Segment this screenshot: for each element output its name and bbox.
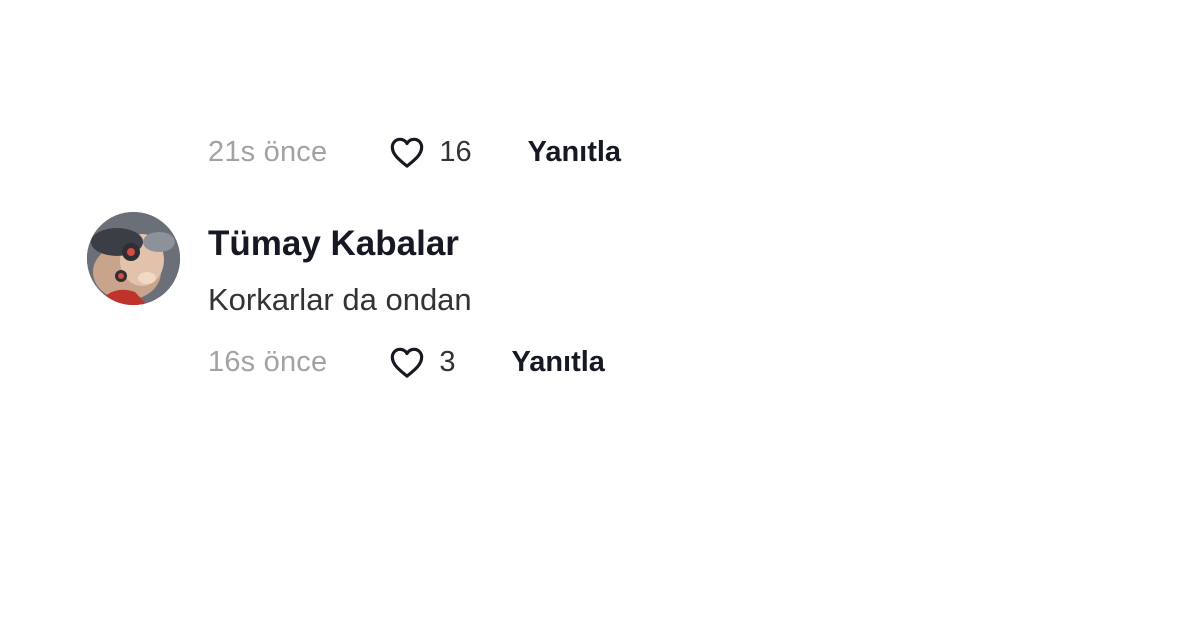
comment-timestamp: 21s önce <box>208 135 328 168</box>
like-button[interactable]: 16 <box>385 132 472 172</box>
comment-text: Korkarlar da ondan <box>208 282 472 317</box>
like-count: 3 <box>439 345 456 378</box>
comment-1-meta: 21s önce 16 Yanıtla <box>208 132 621 172</box>
avatar[interactable] <box>87 212 180 305</box>
like-count: 16 <box>439 135 472 168</box>
comment-author[interactable]: Tümay Kabalar <box>208 224 459 264</box>
like-button[interactable]: 3 <box>385 342 455 382</box>
heart-outline-icon[interactable] <box>385 132 429 172</box>
comment-2-meta: 16s önce 3 Yanıtla <box>208 342 605 382</box>
comment-timestamp: 16s önce <box>208 345 328 378</box>
avatar-image <box>87 212 180 305</box>
reply-button[interactable]: Yanıtla <box>528 136 622 169</box>
heart-outline-icon[interactable] <box>385 342 429 382</box>
reply-button[interactable]: Yanıtla <box>511 346 605 379</box>
